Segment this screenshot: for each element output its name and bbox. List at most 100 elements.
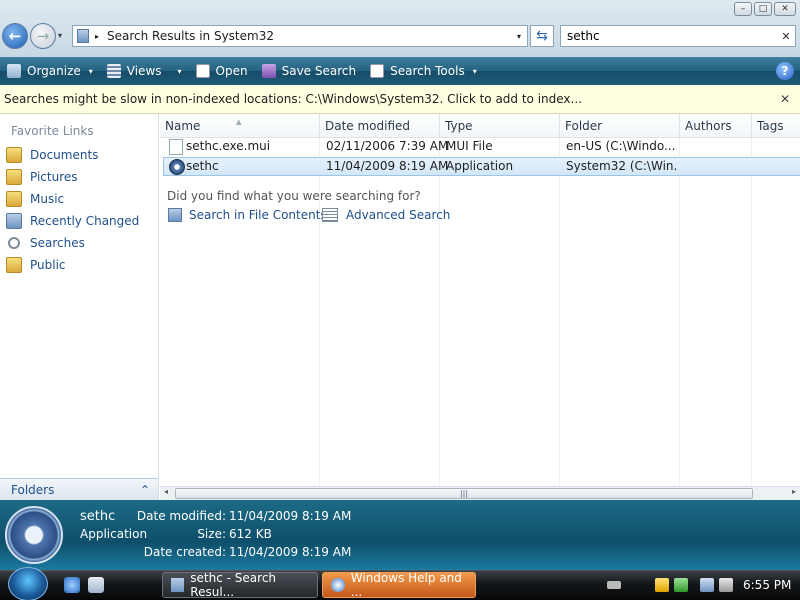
folder-icon — [6, 147, 22, 163]
breadcrumb[interactable]: Search Results in System32 — [107, 29, 511, 43]
file-name: sethc.exe.mui — [186, 139, 271, 153]
column-divider — [679, 138, 680, 486]
security-shield-icon[interactable] — [655, 578, 669, 592]
search-input[interactable] — [567, 29, 777, 43]
keyboard-icon[interactable] — [607, 581, 621, 589]
application-icon — [5, 506, 63, 564]
column-header-folder[interactable]: Folder — [560, 114, 680, 138]
taskbar-item-label: Windows Help and ... — [350, 571, 462, 599]
clear-search-button[interactable]: ✕ — [777, 30, 795, 43]
sidebar-item-recently-changed[interactable]: Recently Changed — [0, 210, 158, 232]
views-button[interactable]: Views ▾ — [100, 57, 189, 85]
recently-changed-icon — [6, 213, 22, 229]
sidebar-item-music[interactable]: Music — [0, 188, 158, 210]
sidebar-item-searches[interactable]: Searches — [0, 232, 158, 254]
table-row[interactable]: sethc 11/04/2009 8:19 AM Application Sys… — [163, 157, 800, 176]
network-icon[interactable] — [700, 578, 714, 592]
show-desktop-icon[interactable] — [88, 577, 104, 593]
file-date: 11/04/2009 8:19 AM — [326, 159, 449, 173]
column-header-type[interactable]: Type — [440, 114, 560, 138]
address-dropdown[interactable]: ▾ — [511, 32, 527, 41]
sidebar-item-label: Music — [30, 192, 65, 206]
taskbar-item-label: sethc - Search Resul... — [190, 571, 277, 599]
chevron-down-icon: ▾ — [88, 66, 93, 76]
folders-toggle[interactable]: Folders ⌃ — [0, 478, 159, 500]
file-type: Application — [446, 159, 514, 173]
search-suggestion-text: Did you find what you were searching for… — [167, 189, 421, 203]
favorite-links-heading: Favorite Links — [11, 124, 94, 138]
forward-button[interactable]: → — [30, 23, 56, 49]
column-header-date-modified[interactable]: Date modified — [320, 114, 440, 138]
details-date-created-label: Date created: — [143, 545, 226, 559]
chevron-down-icon: ▾ — [472, 66, 477, 76]
folder-icon — [6, 169, 22, 185]
file-folder: en-US (C:\Windo... — [566, 139, 676, 153]
info-bar[interactable]: Searches might be slow in non-indexed lo… — [0, 85, 800, 114]
folder-icon — [6, 257, 22, 273]
organize-button[interactable]: Organize ▾ — [0, 57, 100, 85]
taskbar-item-windows-help[interactable]: Windows Help and ... — [322, 571, 476, 599]
help-button[interactable]: ? — [776, 62, 794, 80]
column-header-name[interactable]: Name ▲ — [160, 114, 320, 138]
table-row[interactable]: sethc.exe.mui 02/11/2006 7:39 AM MUI Fil… — [163, 138, 800, 157]
organize-icon — [7, 64, 21, 78]
sidebar-item-public[interactable]: Public — [0, 254, 158, 276]
search-tools-button[interactable]: Search Tools ▾ — [363, 57, 484, 85]
file-type: MUI File — [446, 139, 493, 153]
window-controls: – □ ✕ — [734, 2, 796, 16]
back-button[interactable]: ← — [2, 23, 28, 49]
breadcrumb-chevron-icon[interactable]: ▸ — [95, 32, 99, 41]
volume-icon[interactable] — [719, 578, 733, 592]
horizontal-scrollbar[interactable]: ◂ ||| ▸ — [160, 486, 800, 500]
address-bar[interactable]: ▸ Search Results in System32 ▾ — [72, 25, 528, 47]
advanced-search-label: Advanced Search — [346, 208, 451, 222]
details-date-modified-value: 11/04/2009 8:19 AM — [229, 509, 352, 523]
notification-area: 6:55 PM — [600, 572, 800, 598]
save-icon — [261, 64, 276, 78]
folders-label: Folders — [11, 482, 55, 497]
start-button[interactable] — [8, 567, 48, 600]
recent-pages-dropdown[interactable]: ▾ — [58, 31, 62, 40]
file-list[interactable]: Name ▲ Date modified Type Folder Authors… — [160, 114, 800, 486]
scroll-right-arrow-icon[interactable]: ▸ — [792, 487, 796, 496]
taskbar-item-search-results[interactable]: sethc - Search Resul... — [162, 571, 318, 599]
close-button[interactable]: ✕ — [774, 2, 796, 16]
column-header-tags[interactable]: Tags — [752, 114, 800, 138]
advanced-search-link[interactable]: Advanced Search — [322, 208, 450, 222]
music-folder-icon — [6, 191, 22, 207]
search-tools-label: Search Tools — [390, 64, 465, 78]
close-info-bar-button[interactable]: ✕ — [780, 92, 790, 106]
scroll-left-arrow-icon[interactable]: ◂ — [164, 487, 168, 496]
clock[interactable]: 6:55 PM — [743, 578, 791, 592]
help-icon — [331, 578, 345, 592]
search-folder-icon — [77, 29, 89, 43]
column-divider — [559, 138, 560, 486]
command-bar: Organize ▾ Views ▾ Open Save Search Sear… — [0, 57, 800, 85]
save-search-button[interactable]: Save Search — [255, 57, 364, 85]
navigation-pane: Favorite Links Documents Pictures Music … — [0, 114, 159, 478]
sidebar-item-documents[interactable]: Documents — [0, 144, 158, 166]
column-header-authors[interactable]: Authors — [680, 114, 752, 138]
open-button[interactable]: Open — [189, 57, 255, 85]
minimize-button[interactable]: – — [734, 2, 752, 16]
refresh-button[interactable]: ⇆ — [530, 25, 554, 47]
internet-explorer-icon[interactable] — [64, 577, 80, 593]
search-folder-icon — [168, 208, 182, 222]
views-label: Views — [126, 64, 162, 78]
organize-label: Organize — [27, 64, 81, 78]
column-divider — [439, 138, 440, 486]
scrollbar-thumb[interactable]: ||| — [175, 488, 753, 499]
search-folder-icon — [171, 578, 185, 592]
update-icon[interactable] — [674, 578, 688, 592]
search-box[interactable]: ✕ — [560, 25, 796, 47]
details-file-name: sethc — [80, 509, 116, 524]
search-file-contents-link[interactable]: Search in File Contents — [168, 208, 327, 222]
sidebar-item-pictures[interactable]: Pictures — [0, 166, 158, 188]
column-divider — [751, 138, 752, 486]
application-icon — [169, 159, 185, 175]
sidebar-item-label: Pictures — [30, 170, 78, 184]
info-bar-text[interactable]: Searches might be slow in non-indexed lo… — [4, 92, 582, 106]
file-folder: System32 (C:\Win... — [566, 159, 678, 173]
sidebar-item-label: Public — [30, 258, 66, 272]
maximize-button[interactable]: □ — [754, 2, 772, 16]
